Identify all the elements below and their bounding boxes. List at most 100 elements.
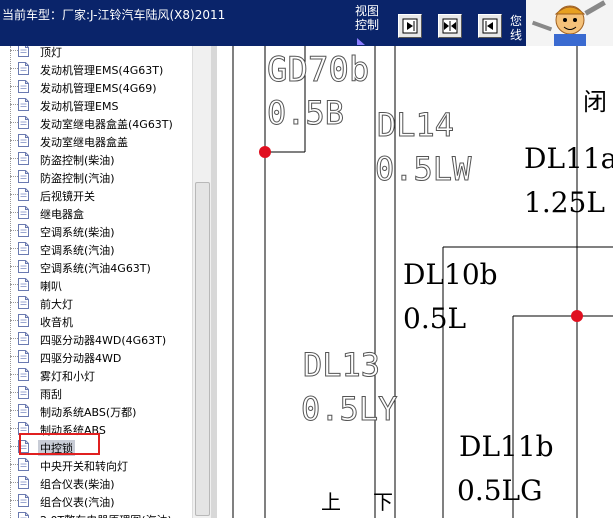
tree-item[interactable]: 空调系统(柴油) — [0, 222, 200, 240]
tree-branch-line — [10, 410, 18, 411]
document-icon — [18, 46, 29, 57]
document-icon — [18, 314, 29, 327]
tree-branch-line — [10, 266, 18, 267]
wire-label-dl11a: DL11a — [524, 142, 613, 175]
tree-branch-line — [10, 50, 18, 51]
tree-branch-line — [10, 194, 18, 195]
document-icon — [18, 386, 29, 399]
wire-size-dl13: 0.5LY — [300, 390, 398, 429]
wire-label-dl13: DL13 — [302, 346, 381, 385]
tree-item-label: 空调系统(汽油4G63T) — [40, 262, 151, 275]
tree-branch-line — [10, 482, 18, 483]
switch-label-up: 上 — [321, 490, 341, 514]
tree-branch-line — [10, 104, 18, 105]
tree-item[interactable]: 喇叭 — [0, 276, 200, 294]
tree-item-label: 四驱分动器4WD(4G63T) — [40, 334, 167, 347]
document-icon — [18, 188, 29, 201]
tree-branch-line — [10, 158, 18, 159]
document-icon — [18, 206, 29, 219]
tree-branch-line — [10, 176, 18, 177]
tree-item[interactable]: 四驱分动器4WD — [0, 348, 200, 366]
tree-branch-line — [10, 86, 18, 87]
tree-item[interactable]: 发动机管理EMS — [0, 96, 200, 114]
tree-item-label: 喇叭 — [40, 280, 62, 293]
tree-item[interactable]: 四驱分动器4WD(4G63T) — [0, 330, 200, 348]
tree-item[interactable]: 组合仪表(汽油) — [0, 492, 200, 510]
tree-item[interactable]: 继电器盒 — [0, 204, 200, 222]
tree-item[interactable]: 防盗控制(汽油) — [0, 168, 200, 186]
tree-item[interactable]: 雾灯和小灯 — [0, 366, 200, 384]
tree-item-label: 雨刮 — [40, 388, 62, 401]
document-icon — [18, 116, 29, 129]
document-icon — [18, 404, 29, 417]
tree-item[interactable]: 顶灯 — [0, 46, 200, 60]
tree-item[interactable]: 2.0T整车电器原理图(汽油) — [0, 510, 200, 518]
view-next-button[interactable] — [398, 14, 422, 38]
document-icon — [18, 98, 29, 111]
tree-branch-line — [10, 248, 18, 249]
tree-item[interactable]: 发动室继电器盒盖 — [0, 132, 200, 150]
tree-item[interactable]: 发动机管理EMS(4G63T) — [0, 60, 200, 78]
wiring-diagram-canvas[interactable]: GD70b 0.5B DL14 0.5LW 闭 DL11a 1.25L DL10… — [217, 46, 613, 518]
arrow-left-bar-icon — [482, 18, 498, 34]
tree-item[interactable]: 发动室继电器盒盖(4G63T) — [0, 114, 200, 132]
view-control-label: 视图控制 — [355, 4, 380, 32]
tree-item[interactable]: 中央开关和转向灯 — [0, 456, 200, 474]
arrow-right-bar-icon — [402, 18, 418, 34]
tree-item[interactable]: 组合仪表(柴油) — [0, 474, 200, 492]
tree-item[interactable]: 防盗控制(柴油) — [0, 150, 200, 168]
document-icon — [18, 62, 29, 75]
tree-item-label: 发动室继电器盒盖(4G63T) — [40, 118, 173, 131]
tree-item-label: 空调系统(柴油) — [40, 226, 115, 239]
mascot-mechanic-icon[interactable] — [526, 0, 613, 46]
tree-item[interactable]: 收音机 — [0, 312, 200, 330]
tree-item-label: 雾灯和小灯 — [40, 370, 95, 383]
tree-item[interactable]: 空调系统(汽油) — [0, 240, 200, 258]
document-icon — [18, 152, 29, 165]
tree-item-label: 前大灯 — [40, 298, 73, 311]
view-fit-button[interactable] — [438, 14, 462, 38]
tree-item-label: 防盗控制(汽油) — [40, 172, 115, 185]
document-icon — [18, 260, 29, 273]
tree-item[interactable]: 制动系统ABS(万都) — [0, 402, 200, 420]
tree-item-label: 继电器盒 — [40, 208, 84, 221]
document-icon — [18, 278, 29, 291]
document-icon — [18, 476, 29, 489]
component-label-bi: 闭 — [583, 88, 607, 116]
tree-item[interactable]: 前大灯 — [0, 294, 200, 312]
view-prev-button[interactable] — [478, 14, 502, 38]
document-icon — [18, 332, 29, 345]
arrows-inward-icon — [442, 18, 458, 34]
tree-item[interactable]: 后视镜开关 — [0, 186, 200, 204]
wire-size-dl10b: 0.5L — [403, 302, 467, 335]
wire-size-dl14: 0.5LW — [374, 150, 472, 189]
document-icon — [18, 368, 29, 381]
tree-scroll-thumb[interactable] — [195, 182, 210, 516]
selection-highlight-box — [19, 433, 100, 455]
document-icon — [18, 512, 29, 518]
tree-branch-line — [10, 284, 18, 285]
wire-label-dl10b: DL10b — [403, 258, 498, 291]
tree-branch-line — [10, 230, 18, 231]
document-icon — [18, 170, 29, 183]
tree-item-label: 发动机管理EMS(4G69) — [40, 82, 157, 95]
document-icon — [18, 224, 29, 237]
tree-item-label: 发动机管理EMS(4G63T) — [40, 64, 164, 77]
wire-size-dl11b: 0.5LG — [457, 474, 543, 507]
tree-item-label: 组合仪表(柴油) — [40, 478, 115, 491]
tree-item[interactable]: 雨刮 — [0, 384, 200, 402]
view-control-marker-icon — [357, 38, 365, 45]
tree-branch-line — [10, 356, 18, 357]
tree-item-label: 2.0T整车电器原理图(汽油) — [40, 512, 172, 518]
tree-item[interactable]: 发动机管理EMS(4G69) — [0, 78, 200, 96]
tree-scrollbar[interactable] — [192, 46, 211, 518]
tree-item-label: 顶灯 — [40, 46, 62, 59]
tree-item-label: 中央开关和转向灯 — [40, 460, 128, 473]
tree-branch-line — [10, 464, 18, 465]
document-icon — [18, 242, 29, 255]
tree-item-label: 收音机 — [40, 316, 73, 329]
tree-branch-line — [10, 428, 18, 429]
top-toolbar: 当前车型：厂家:J-江铃汽车陆风(X8)2011 视图控制 您线 — [0, 0, 613, 46]
tree-item-label: 空调系统(汽油) — [40, 244, 115, 257]
tree-item[interactable]: 空调系统(汽油4G63T) — [0, 258, 200, 276]
